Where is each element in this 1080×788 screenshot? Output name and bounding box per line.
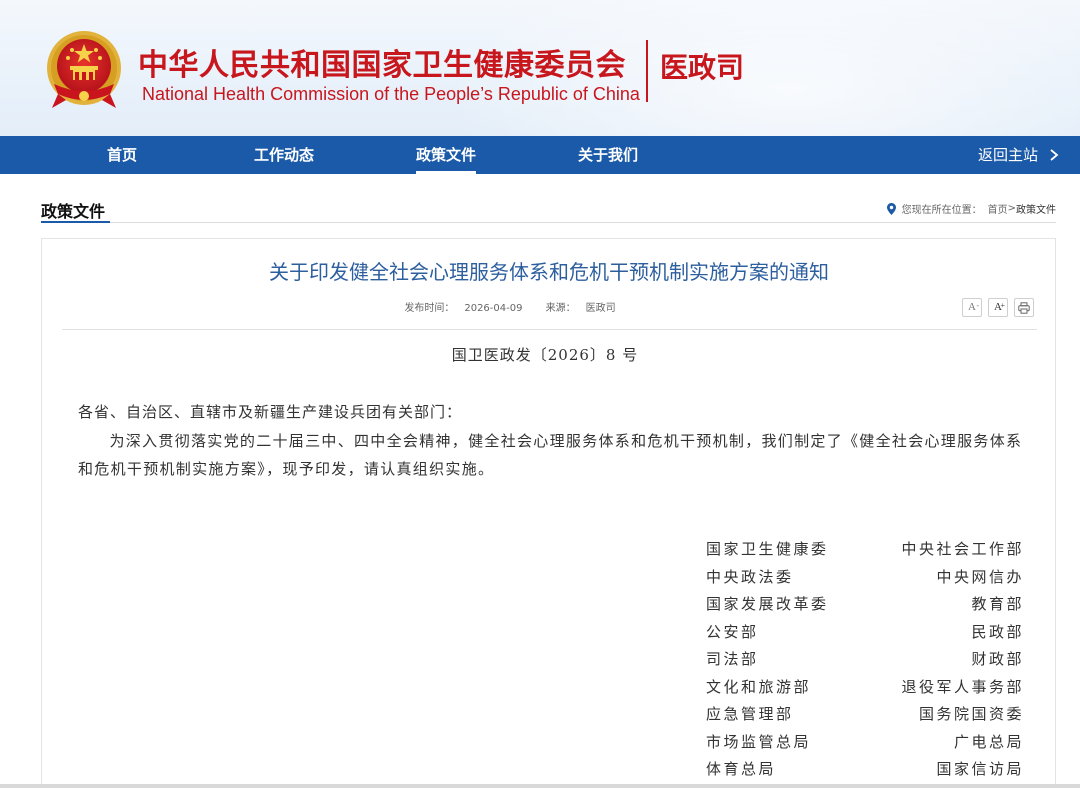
site-title-english[interactable]: National Health Commission of the People… (142, 84, 640, 105)
nav-item-work-news[interactable]: 工作动态 (254, 136, 314, 174)
article-meta: 发布时间： 2026-04-09 来源： 医政司 (0, 299, 1020, 314)
nav-item-about-us[interactable]: 关于我们 (578, 136, 638, 174)
signatory-left: 国家卫生健康委 (706, 540, 829, 558)
signatory-left: 文化和旅游部 (706, 677, 812, 696)
section-title-underline (41, 221, 110, 223)
national-emblem-icon[interactable] (44, 28, 124, 112)
source-value: 医政司 (585, 303, 616, 314)
signatory-left: 中央政法委 (706, 567, 794, 586)
signatory-right: 国家信访局 (936, 760, 1024, 778)
article-title: 关于印发健全社会心理服务体系和危机干预机制实施方案的通知 (269, 260, 829, 284)
salutation: 各省、自治区、直辖市及新疆生产建设兵团有关部门： (78, 403, 463, 421)
signatory-left: 应急管理部 (706, 705, 794, 723)
breadcrumb-home-link[interactable]: 首页 (988, 201, 1008, 216)
font-decrease-sign: - (976, 301, 979, 310)
publish-date-label: 发布时间： (404, 303, 455, 314)
breadcrumb-prefix: 您现在所在位置： (901, 205, 982, 216)
signatory-right: 教育部 (971, 595, 1024, 613)
main-nav: 首页 工作动态 政策文件 关于我们 返回主站 (0, 136, 1080, 174)
signatory-left: 国家发展改革委 (706, 595, 829, 613)
article-body: 为深入贯彻落实党的二十届三中、四中全会精神，健全社会心理服务体系和危机干预机制，… (78, 432, 1023, 478)
signatory-right: 广电总局 (953, 732, 1024, 751)
breadcrumb: 您现在所在位置： 首页 > 政策文件 (886, 201, 1056, 216)
map-pin-icon (886, 202, 896, 215)
font-increase-icon[interactable]: A + (988, 298, 1008, 317)
font-decrease-glyph: A (968, 301, 976, 313)
section-divider (41, 222, 1056, 223)
section-title: 政策文件 (41, 202, 106, 221)
bottom-scroll-edge (0, 784, 1080, 788)
nav-item-policy-documents[interactable]: 政策文件 (416, 136, 477, 174)
print-icon[interactable] (1014, 298, 1034, 317)
publish-date: 2026-04-09 (464, 303, 523, 314)
signatory-right: 国务院国资委 (918, 705, 1024, 723)
font-decrease-icon[interactable]: A- (962, 298, 982, 317)
source-label: 来源： (545, 303, 576, 314)
signatory-left: 司法部 (706, 650, 759, 668)
signatory-right: 中央社会工作部 (901, 540, 1024, 558)
signatory-right: 民政部 (971, 622, 1024, 641)
article-container (41, 238, 1056, 788)
department-name[interactable]: 医政司 (660, 46, 744, 86)
meta-divider (62, 329, 1037, 330)
nav-item-home[interactable]: 首页 (107, 136, 137, 174)
signatory-left: 公安部 (706, 622, 759, 641)
back-to-main-site-label: 返回主站 (978, 146, 1039, 164)
breadcrumb-separator: > (1007, 203, 1016, 214)
breadcrumb-current: 政策文件 (1016, 205, 1056, 216)
printer-glyph (1018, 302, 1030, 314)
article-tools: A- A + (962, 298, 1034, 317)
font-increase-sign: + (1000, 301, 1005, 310)
signatory-right: 退役军人事务部 (901, 677, 1024, 696)
chevron-right-icon (1050, 149, 1059, 161)
title-divider (646, 40, 648, 102)
signatory-left: 体育总局 (706, 760, 777, 778)
signatory-right: 财政部 (971, 650, 1024, 668)
site-title-chinese[interactable]: 中华人民共和国国家卫生健康委员会 (138, 40, 626, 84)
back-to-main-site-link[interactable]: 返回主站 (978, 136, 1059, 174)
signatory-right: 中央网信办 (936, 567, 1024, 586)
document-number: 国卫医政发〔2026〕8 号 (451, 346, 639, 364)
site-header: 中华人民共和国国家卫生健康委员会 National Health Commiss… (0, 0, 1080, 136)
signatory-left: 市场监管总局 (706, 732, 812, 751)
